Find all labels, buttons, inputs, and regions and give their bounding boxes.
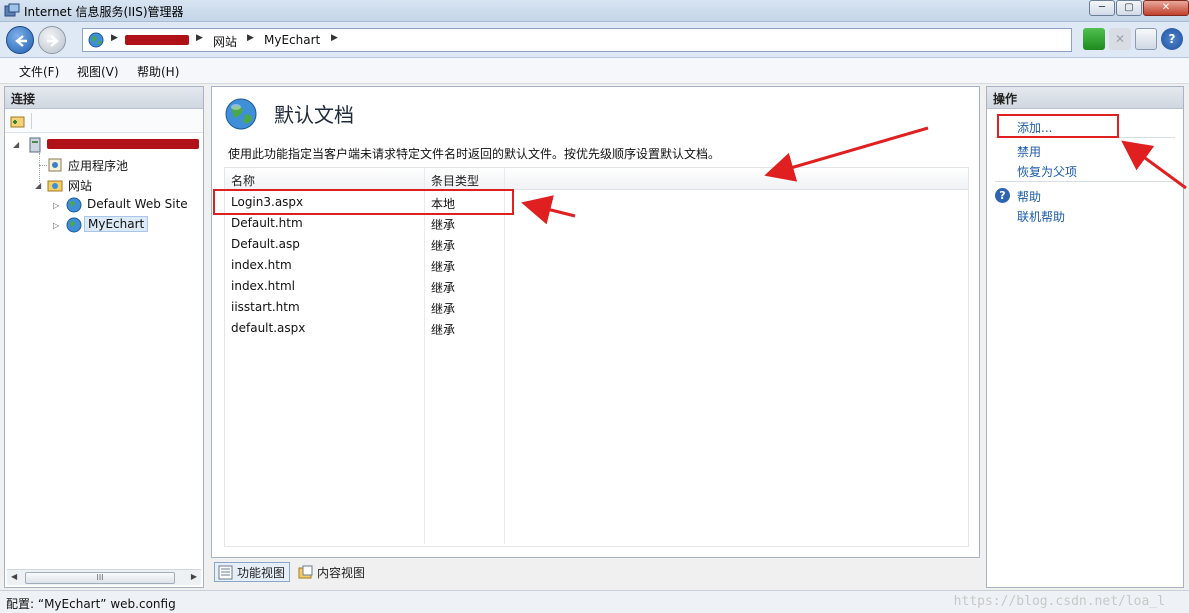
iis-manager-icon [4,3,20,17]
breadcrumb-myechart[interactable]: MyEchart [264,33,320,47]
table-row[interactable]: Default.htm 继承 [225,213,517,234]
revert-to-parent-action[interactable]: 恢复为父项 [1017,163,1077,180]
globe-icon [225,98,257,130]
home-icon[interactable] [1135,28,1157,50]
content-view-icon [298,565,313,579]
tree-item-application-pools[interactable]: 应用程序池 [68,157,128,174]
annotation-box-login3 [213,189,514,215]
help-action[interactable]: 帮助 [1017,188,1041,205]
connections-toolbar [5,109,203,133]
maximize-button[interactable]: ▢ [1116,0,1142,16]
cell-entry-type: 继承 [431,323,456,337]
help-icon[interactable]: ? [1161,28,1183,50]
scroll-left-icon[interactable]: ◀ [11,572,17,581]
menu-bar: 文件(F) 视图(V) 帮助(H) [0,58,1189,84]
new-connection-icon[interactable] [10,113,26,129]
status-bar: 配置: “MyEchart” web.config https://blog.c… [0,590,1189,613]
globe-icon [66,197,82,213]
address-row: ▶ ▶ 网站 ▶ MyEchart ▶ ✕ ? [0,22,1189,58]
cell-name: index.htm [231,258,292,272]
stop-icon[interactable]: ✕ [1109,28,1131,50]
minimize-button[interactable]: ─ [1089,0,1115,16]
tab-features-view-label: 功能视图 [237,566,286,580]
scroll-thumb[interactable]: III [25,572,175,584]
cell-name: Default.htm [231,216,303,230]
cell-name: iisstart.htm [231,300,300,314]
disable-action[interactable]: 禁用 [1017,143,1041,160]
cell-name: Default.asp [231,237,300,251]
title-bar: Internet 信息服务(IIS)管理器 ─ ▢ ✕ [0,0,1189,22]
expand-arrow-icon[interactable]: ▷ [53,201,59,210]
globe-icon [66,217,82,233]
address-bar[interactable]: ▶ ▶ 网站 ▶ MyEchart ▶ [82,28,1072,52]
tab-features-view[interactable]: 功能视图 [214,562,291,582]
expand-arrow-icon[interactable]: ▷ [53,221,59,230]
tree-item-sites[interactable]: 网站 [68,177,92,194]
actions-header: 操作 [987,87,1183,109]
application-pools-icon [48,158,62,172]
feature-description: 使用此功能指定当客户端未请求特定文件名时返回的默认文件。按优先级顺序设置默认文档… [228,147,721,161]
connections-header: 连接 [5,87,203,109]
breadcrumb-separator-icon[interactable]: ▶ [111,33,118,43]
annotation-box-add [997,114,1119,138]
forward-button[interactable] [38,26,66,54]
feature-panel: 默认文档 使用此功能指定当客户端未请求特定文件名时返回的默认文件。按优先级顺序设… [211,86,980,558]
table-row[interactable]: Default.asp 继承 [225,234,517,255]
view-tabs: 功能视图 内容视图 [214,562,370,584]
toolbar-divider [31,113,32,129]
close-button[interactable]: ✕ [1143,0,1189,16]
cell-entry-type: 继承 [431,239,456,253]
actions-divider [995,181,1175,182]
tab-content-view[interactable]: 内容视图 [294,562,370,582]
actions-panel: 操作 添加... 禁用 恢复为父项 ? 帮助 联机帮助 [986,86,1184,588]
arrow-left-icon [15,35,27,47]
arrow-right-icon [47,35,59,47]
page-title: 默认文档 [274,103,354,127]
tree-line [39,153,40,183]
cell-entry-type: 继承 [431,281,456,295]
menu-file[interactable]: 文件(F) [19,63,59,80]
server-icon [29,137,41,153]
scroll-right-icon[interactable]: ▶ [191,572,197,581]
status-config-text: 配置: “MyEchart” web.config [6,597,176,611]
redacted-server-name [47,139,199,149]
refresh-icon[interactable] [1083,28,1105,50]
breadcrumb-separator-icon[interactable]: ▶ [196,33,203,43]
cell-name: index.html [231,279,295,293]
sites-folder-icon [47,180,63,192]
tab-content-view-label: 内容视图 [317,566,366,580]
table-row[interactable]: iisstart.htm 继承 [225,297,517,318]
default-documents-grid: 名称 条目类型 Login3.aspx 本地 Default.htm 继承 Defa… [224,167,969,547]
cell-entry-type: 继承 [431,218,456,232]
connections-panel: 连接 ◢ 应用程序池 ◢ 网站 ▷ Default Web Site ▷ MyE… [4,86,204,588]
back-button[interactable] [6,26,34,54]
column-header-entry-type[interactable]: 条目类型 [431,172,479,189]
collapse-arrow-icon[interactable]: ◢ [13,140,19,149]
cell-name: default.aspx [231,321,306,335]
help-icon: ? [995,188,1010,203]
tree-item-myechart[interactable]: MyEchart [84,216,149,232]
cell-entry-type: 继承 [431,302,456,316]
table-row[interactable]: index.html 继承 [225,276,517,297]
breadcrumb-separator-icon[interactable]: ▶ [331,33,338,43]
column-header-name[interactable]: 名称 [231,172,255,189]
menu-help[interactable]: 帮助(H) [137,63,179,80]
online-help-action[interactable]: 联机帮助 [1017,208,1065,225]
table-row[interactable]: default.aspx 继承 [225,318,517,339]
horizontal-scrollbar[interactable]: ◀ III ▶ [7,569,201,585]
grid-header: 名称 条目类型 [225,168,968,190]
window-title: Internet 信息服务(IIS)管理器 [24,5,184,19]
menu-view[interactable]: 视图(V) [77,63,119,80]
tree-line [39,165,47,166]
redacted-server-name [125,35,189,45]
cell-entry-type: 继承 [431,260,456,274]
breadcrumb-sites[interactable]: 网站 [213,33,237,50]
watermark-text: https://blog.csdn.net/loa_l [953,594,1165,609]
features-view-icon [218,565,233,580]
table-row[interactable]: index.htm 继承 [225,255,517,276]
breadcrumb-separator-icon[interactable]: ▶ [247,33,254,43]
tree-item-default-web-site[interactable]: Default Web Site [87,197,188,211]
globe-icon [88,32,104,48]
